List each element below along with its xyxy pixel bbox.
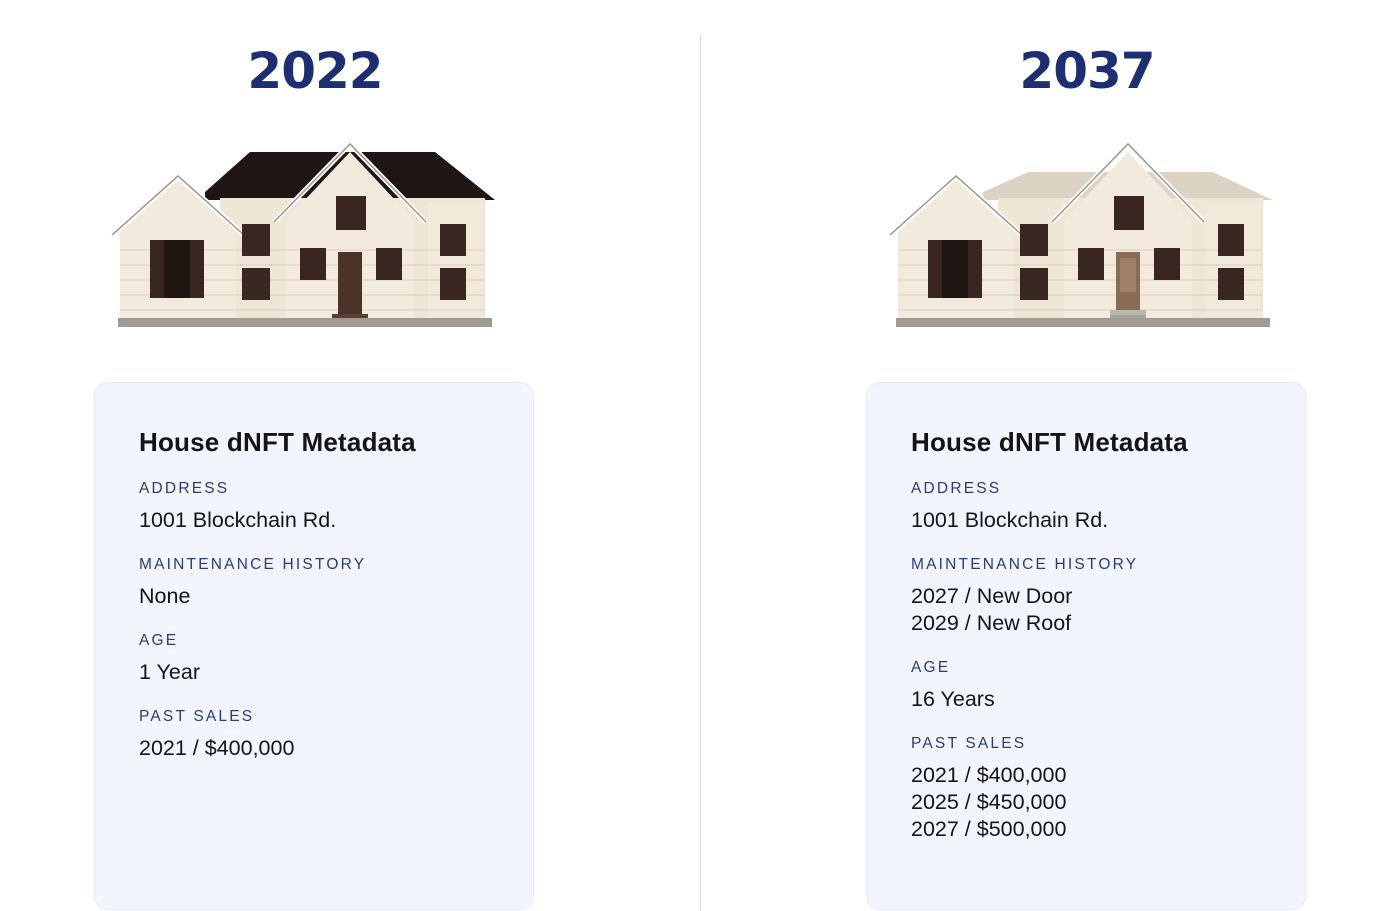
house-2037-icon: [888, 140, 1273, 327]
maintenance-entry: None: [139, 584, 191, 608]
age-label: AGE: [911, 659, 951, 676]
metadata-card-2022: House dNFT Metadata ADDRESS 1001 Blockch…: [94, 382, 534, 910]
age-field: AGE 1 Year: [139, 632, 533, 686]
card-title: House dNFT Metadata: [139, 427, 416, 457]
house-2022-icon: [110, 140, 495, 327]
maintenance-label: MAINTENANCE HISTORY: [911, 556, 1139, 573]
sale-entry: 2021 / $400,000: [911, 763, 1067, 787]
maintenance-entry: 2029 / New Roof: [911, 611, 1072, 635]
maintenance-label: MAINTENANCE HISTORY: [139, 556, 367, 573]
maintenance-entry: 2027 / New Door: [911, 584, 1073, 608]
address-label: ADDRESS: [139, 480, 230, 497]
age-value: 1 Year: [139, 660, 200, 684]
address-label: ADDRESS: [911, 480, 1002, 497]
sales-field: PAST SALES 2021 / $400,000: [139, 708, 533, 762]
address-value: 1001 Blockchain Rd.: [911, 508, 1109, 532]
sales-field: PAST SALES 2021 / $400,000 2025 / $450,0…: [911, 735, 1305, 843]
card-title: House dNFT Metadata: [911, 427, 1188, 457]
center-divider: [700, 35, 701, 911]
age-value: 16 Years: [911, 687, 995, 711]
metadata-card-2037: House dNFT Metadata ADDRESS 1001 Blockch…: [866, 382, 1306, 910]
sales-label: PAST SALES: [911, 735, 1027, 752]
maintenance-field: MAINTENANCE HISTORY None: [139, 556, 533, 610]
address-field: ADDRESS 1001 Blockchain Rd.: [139, 480, 533, 534]
address-value: 1001 Blockchain Rd.: [139, 508, 337, 532]
age-field: AGE 16 Years: [911, 659, 1305, 713]
sales-label: PAST SALES: [139, 708, 255, 725]
maintenance-field: MAINTENANCE HISTORY 2027 / New Door 2029…: [911, 556, 1305, 637]
sale-entry: 2027 / $500,000: [911, 817, 1067, 841]
sale-entry: 2021 / $400,000: [139, 736, 295, 760]
year-2022-heading: 2022: [247, 42, 383, 100]
address-field: ADDRESS 1001 Blockchain Rd.: [911, 480, 1305, 534]
year-2037-heading: 2037: [1019, 42, 1155, 100]
age-label: AGE: [139, 632, 179, 649]
sale-entry: 2025 / $450,000: [911, 790, 1067, 814]
